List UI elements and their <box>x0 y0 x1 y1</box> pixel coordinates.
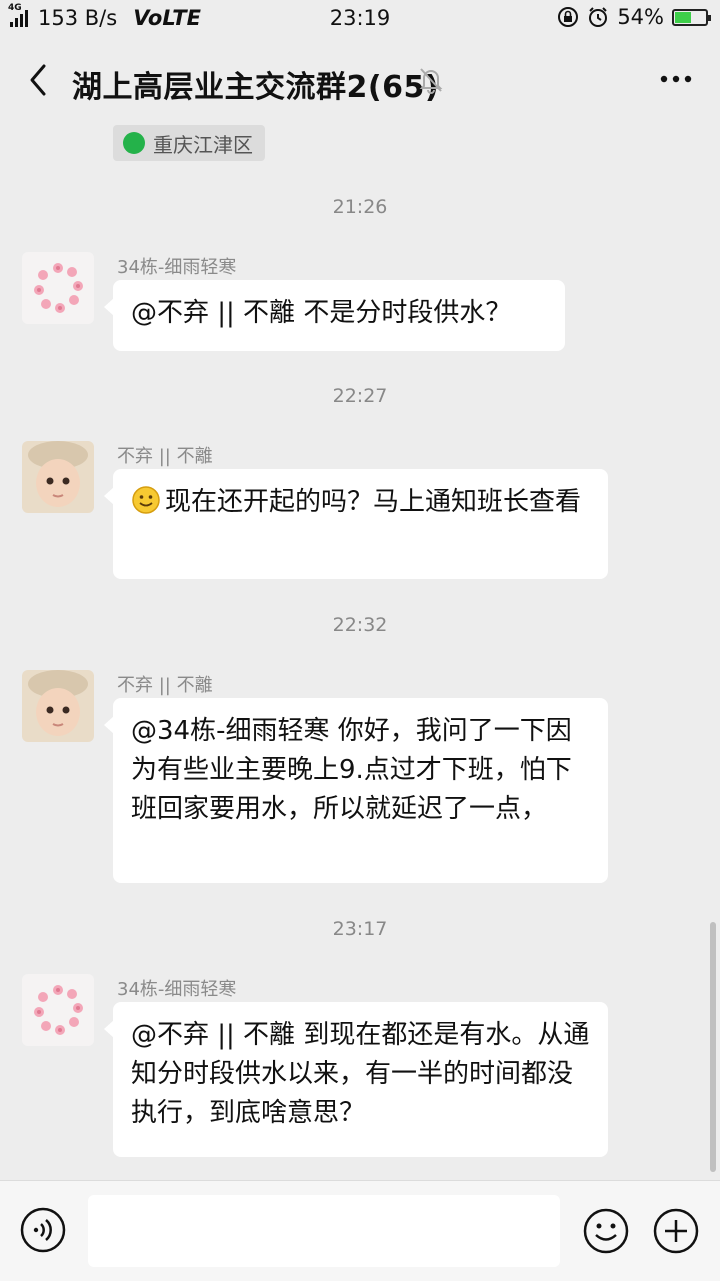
battery-percent: 54% <box>617 5 664 29</box>
chat-header: 湖上高层业主交流群2(65) <box>0 36 720 124</box>
location-label: 重庆江津区 <box>153 132 253 157</box>
bell-muted-icon <box>419 68 443 94</box>
smile-emoji-icon <box>132 486 160 514</box>
flower-wreath-avatar[interactable] <box>22 974 94 1046</box>
alarm-icon <box>589 7 608 27</box>
plus-icon[interactable] <box>652 1207 700 1255</box>
more-dots-icon[interactable] <box>656 64 696 94</box>
message-input[interactable] <box>88 1195 560 1267</box>
scrollbar[interactable] <box>710 922 716 1172</box>
message-bubble[interactable]: 现在还开起的吗？马上通知班长查看 <box>104 469 608 579</box>
sender-name: 34栋-细雨轻寒 <box>117 979 237 1000</box>
location-badge-icon <box>123 132 145 154</box>
message-text: @不弃 || 不離 到现在都还是有水。从通知分时段供水以来，有一半的时间都没执行… <box>131 1020 590 1128</box>
chat-title: 湖上高层业主交流群2(65) <box>72 70 440 105</box>
status-bar: 4G 153 B/s VoLTE 23:19 54% <box>0 0 720 36</box>
battery-icon <box>672 8 711 26</box>
baby-photo-avatar[interactable] <box>22 670 94 742</box>
flower-wreath-avatar[interactable] <box>22 252 94 324</box>
message-text: 现在还开起的吗？马上通知班长查看 <box>165 487 582 517</box>
timestamp: 23:17 <box>332 918 388 940</box>
battery-fill <box>675 11 692 23</box>
input-bar <box>0 1180 720 1281</box>
sender-name: 不弃 || 不離 <box>117 446 213 467</box>
sender-name: 34栋-细雨轻寒 <box>117 257 237 278</box>
baby-photo-avatar[interactable] <box>22 441 94 513</box>
timestamp: 21:26 <box>332 196 388 218</box>
voice-icon[interactable] <box>20 1207 66 1253</box>
message-text: @不弃 || 不離 不是分时段供水？ <box>131 298 512 328</box>
message-text: @34栋-细雨轻寒 你好，我问了一下因为有些业主要晚上9.点过才下班，怕下班回家… <box>131 716 572 824</box>
emoji-icon[interactable] <box>582 1207 630 1255</box>
screen-lock-icon <box>558 7 579 27</box>
chevron-left-icon[interactable] <box>20 60 60 100</box>
location-chip[interactable]: 重庆江津区 <box>113 125 265 161</box>
timestamp: 22:32 <box>332 614 388 636</box>
message-bubble[interactable]: @不弃 || 不離 到现在都还是有水。从通知分时段供水以来，有一半的时间都没执行… <box>104 1002 608 1157</box>
message-bubble[interactable]: @34栋-细雨轻寒 你好，我问了一下因为有些业主要晚上9.点过才下班，怕下班回家… <box>104 698 608 883</box>
timestamp: 22:27 <box>332 385 388 407</box>
message-bubble[interactable]: @不弃 || 不離 不是分时段供水？ <box>104 280 565 351</box>
sender-name: 不弃 || 不離 <box>117 675 213 696</box>
